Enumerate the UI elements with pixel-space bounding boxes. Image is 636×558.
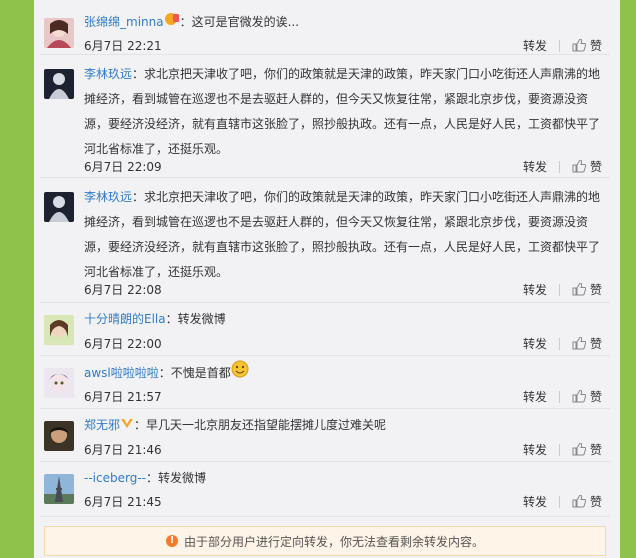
repost-button[interactable]: 转发 (523, 335, 547, 352)
thumbs-up-icon (572, 443, 586, 456)
thumbs-up-icon (572, 160, 586, 173)
thumbs-up-icon (572, 39, 586, 52)
comment-text: 转发微博 (158, 471, 207, 485)
timestamp: 6月7日 21:46 (84, 443, 162, 457)
avatar[interactable] (44, 474, 74, 504)
avatar[interactable] (44, 421, 74, 451)
like-button[interactable]: 赞 (572, 158, 602, 175)
repost-button[interactable]: 转发 (523, 493, 547, 510)
divider (558, 39, 560, 52)
divider (558, 283, 560, 296)
like-button[interactable]: 赞 (572, 37, 602, 54)
avatar[interactable] (44, 192, 74, 222)
repost-button[interactable]: 转发 (523, 158, 547, 175)
divider (558, 160, 560, 173)
notice-text: 由于部分用户进行定向转发，你无法查看剩余转发内容。 (183, 534, 484, 549)
username-link[interactable]: awsl啦啦啦啦 (84, 366, 159, 380)
repost-button[interactable]: 转发 (523, 281, 547, 298)
like-button[interactable]: 赞 (572, 281, 602, 298)
repost-button[interactable]: 转发 (523, 37, 547, 54)
thumbs-up-icon (572, 495, 586, 508)
comment-text: 求北京把天津收了吧，你们的政策就是天津的政策，昨天家门口小吃街还人声鼎沸的地摊经… (84, 190, 601, 279)
like-button[interactable]: 赞 (572, 493, 602, 510)
list-item: 张绵绵_minna ：这可是官微发的诶... 6月7日 22:21 转发 赞 (40, 0, 610, 55)
list-item: 李林玖远：求北京把天津收了吧，你们的政策就是天津的政策，昨天家门口小吃街还人声鼎… (40, 55, 610, 178)
like-button[interactable]: 赞 (572, 388, 602, 405)
comment-text: 不愧是首都 (170, 366, 231, 380)
timestamp: 6月7日 21:45 (84, 495, 162, 509)
avatar[interactable] (44, 18, 74, 48)
username-link[interactable]: 十分晴朗的Ella (84, 312, 166, 326)
avatar[interactable] (44, 368, 74, 398)
username-link[interactable]: 李林玖远 (84, 67, 132, 81)
thumbs-up-icon (572, 337, 586, 350)
comment-text: 早几天一北京朋友还指望能摆摊儿度过难关呢 (146, 418, 387, 432)
vip-emoji-icon (164, 10, 180, 35)
divider (558, 337, 560, 350)
list-item: 十分晴朗的Ella：转发微博 6月7日 22:00 转发 赞 (40, 303, 610, 356)
list-item: 郑无邪 ：早几天一北京朋友还指望能摆摊儿度过难关呢 6月7日 21:46 转发 赞 (40, 409, 610, 462)
repost-list-panel: 张绵绵_minna ：这可是官微发的诶... 6月7日 22:21 转发 赞 李林… (34, 0, 620, 558)
comment-text: 这可是官微发的诶... (191, 15, 300, 29)
avatar[interactable] (44, 315, 74, 345)
list-item: awsl啦啦啦啦：不愧是首都 6月7日 21:57 转发 赞 (40, 356, 610, 409)
timestamp: 6月7日 22:21 (84, 39, 162, 53)
comment-text: 求北京把天津收了吧，你们的政策就是天津的政策，昨天家门口小吃街还人声鼎沸的地摊经… (84, 67, 601, 156)
username-link[interactable]: --iceberg-- (84, 471, 146, 485)
divider (558, 443, 560, 456)
timestamp: 6月7日 22:00 (84, 337, 162, 351)
like-button[interactable]: 赞 (572, 441, 602, 458)
username-link[interactable]: 李林玖远 (84, 190, 132, 204)
repost-button[interactable]: 转发 (523, 441, 547, 458)
username-link[interactable]: 郑无邪 (84, 418, 120, 432)
avatar[interactable] (44, 69, 74, 99)
username-link[interactable]: 张绵绵_minna (84, 15, 164, 29)
vip-badge-icon (120, 413, 134, 438)
list-item: 李林玖远：求北京把天津收了吧，你们的政策就是天津的政策，昨天家门口小吃街还人声鼎… (40, 178, 610, 303)
timestamp: 6月7日 22:08 (84, 283, 162, 297)
restricted-repost-notice: ! 由于部分用户进行定向转发，你无法查看剩余转发内容。 (44, 526, 606, 556)
divider (558, 495, 560, 508)
smile-emoji-icon (231, 360, 249, 387)
like-button[interactable]: 赞 (572, 335, 602, 352)
thumbs-up-icon (572, 283, 586, 296)
list-item: --iceberg--：转发微博 6月7日 21:45 转发 赞 (40, 462, 610, 517)
thumbs-up-icon (572, 390, 586, 403)
repost-button[interactable]: 转发 (523, 388, 547, 405)
comment-text: 转发微博 (177, 312, 226, 326)
warning-icon: ! (165, 535, 178, 547)
timestamp: 6月7日 22:09 (84, 160, 162, 174)
divider (558, 390, 560, 403)
timestamp: 6月7日 21:57 (84, 390, 162, 404)
